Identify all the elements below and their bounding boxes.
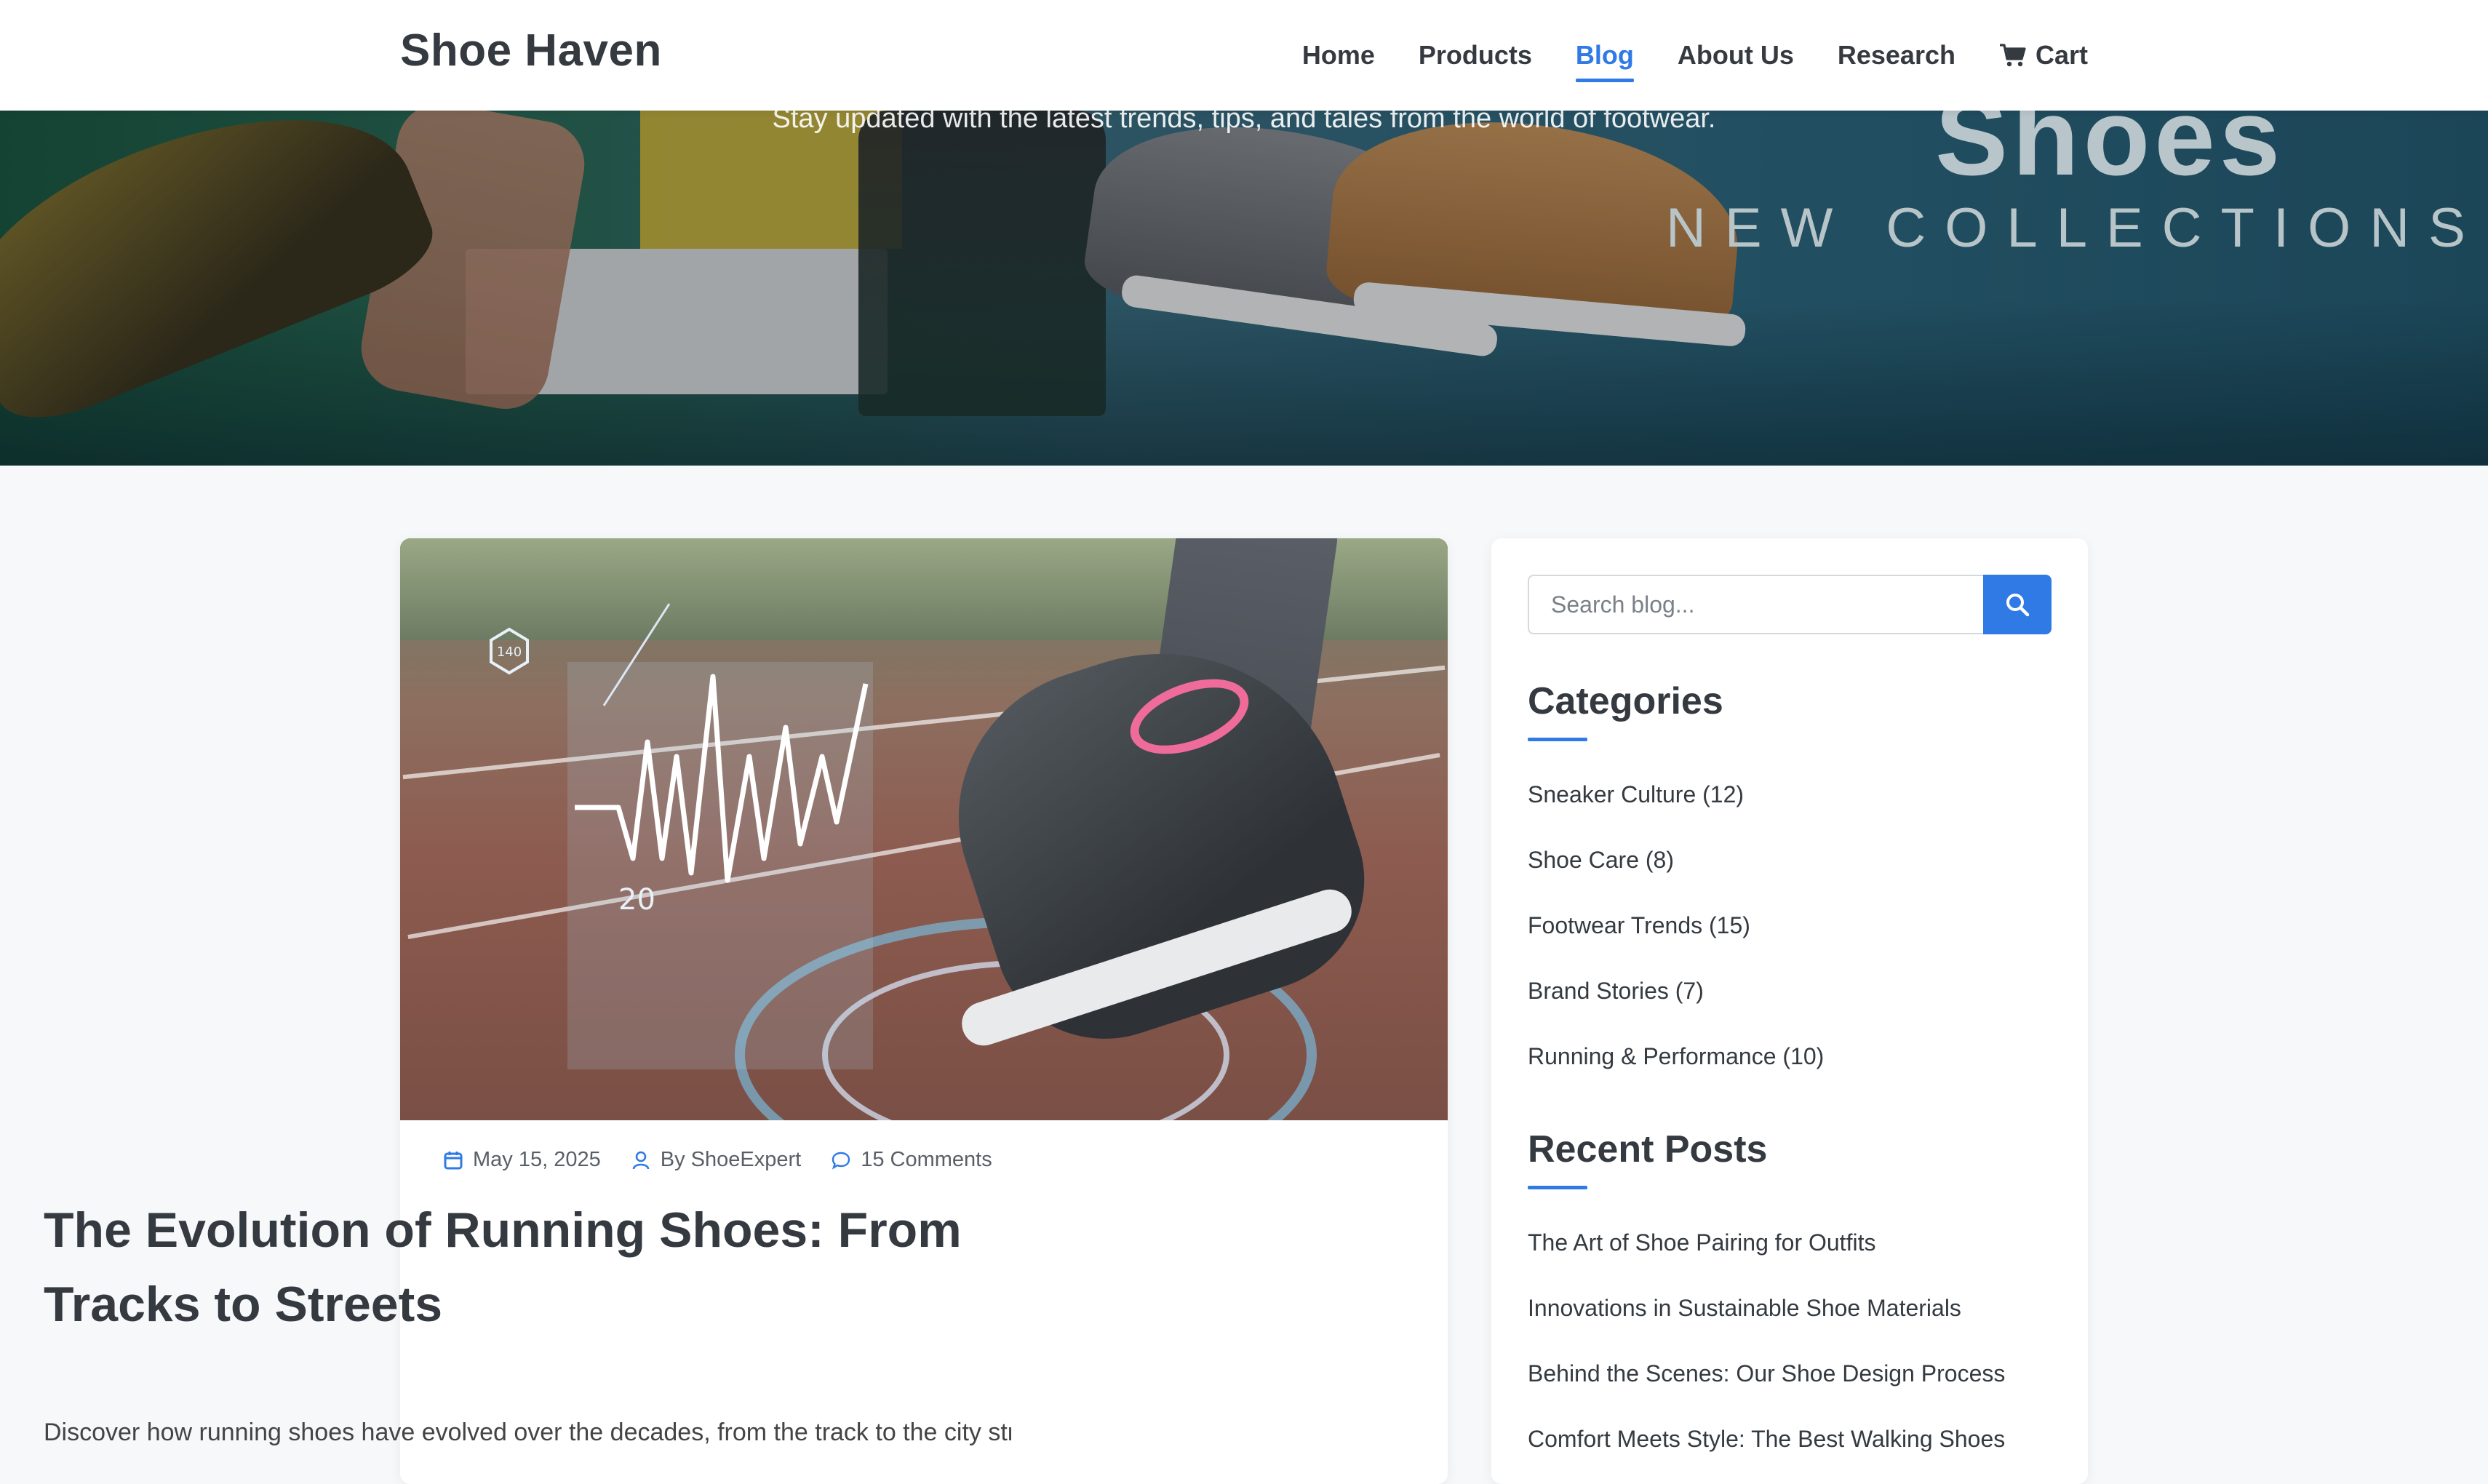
recent-post-item[interactable]: The Art of Shoe Pairing for Outfits xyxy=(1528,1210,2005,1275)
nav-research[interactable]: Research xyxy=(1838,36,1955,75)
search-icon xyxy=(2006,594,2030,617)
post-excerpt: Discover how running shoes have evolved … xyxy=(44,1419,1011,1446)
search-button[interactable] xyxy=(1983,575,2052,634)
post-comments-text: 15 Comments xyxy=(861,1148,992,1171)
post-date-text: May 15, 2025 xyxy=(473,1148,601,1171)
user-icon xyxy=(632,1151,650,1169)
recent-post-item[interactable]: Comfort Meets Style: The Best Walking Sh… xyxy=(1528,1406,2005,1472)
categories-title: Categories xyxy=(1528,680,1723,722)
categories-underline xyxy=(1528,738,1587,741)
hud-graphic: 140 20 xyxy=(490,603,873,1069)
nav-blog[interactable]: Blog xyxy=(1575,36,1634,82)
nav-about-us[interactable]: About Us xyxy=(1678,36,1794,75)
post-comments[interactable]: 15 Comments xyxy=(832,1148,992,1172)
post-author[interactable]: By ShoeExpert xyxy=(631,1148,801,1172)
calendar-icon xyxy=(444,1151,463,1169)
blog-sidebar: Categories Sneaker Culture (12) Shoe Car… xyxy=(1491,538,2088,1484)
cart-icon xyxy=(1999,44,2026,67)
recent-posts-underline xyxy=(1528,1186,1587,1189)
blog-search xyxy=(1528,575,2052,634)
nav-home[interactable]: Home xyxy=(1302,36,1375,75)
recent-posts-list: The Art of Shoe Pairing for Outfits Inno… xyxy=(1528,1210,2005,1472)
nav-products[interactable]: Products xyxy=(1419,36,1532,75)
hero-brand-sub: NEW COLLECTIONS xyxy=(1666,197,2484,259)
comment-icon xyxy=(832,1152,850,1170)
hero-subtitle: Stay updated with the latest trends, tip… xyxy=(772,111,1716,134)
hud-label-bottom: 20 xyxy=(618,883,655,917)
nav-cart[interactable]: Cart xyxy=(1999,36,2088,75)
hud-label-top: 140 xyxy=(497,645,522,660)
post-meta: May 15, 2025 By ShoeExpert 15 Comments xyxy=(444,1148,992,1172)
post-featured-image[interactable]: 140 20 xyxy=(400,538,1448,1120)
category-item[interactable]: Shoe Care (8) xyxy=(1528,827,1824,893)
category-item[interactable]: Sneaker Culture (12) xyxy=(1528,762,1824,827)
post-author-text: By ShoeExpert xyxy=(660,1148,802,1171)
category-item[interactable]: Brand Stories (7) xyxy=(1528,958,1824,1024)
category-list: Sneaker Culture (12) Shoe Care (8) Footw… xyxy=(1528,762,1824,1089)
featured-post-card: 140 20 May 15, 2025 By ShoeExpert 15 Com… xyxy=(400,538,1448,1484)
main-nav: Home Products Blog About Us Research Car… xyxy=(1302,0,2088,111)
category-item[interactable]: Running & Performance (10) xyxy=(1528,1024,1824,1089)
hero-banner: Shoes NEW COLLECTIONS Stay updated with … xyxy=(0,111,2488,466)
search-input[interactable] xyxy=(1528,575,1983,634)
post-date: May 15, 2025 xyxy=(444,1148,601,1172)
nav-cart-label: Cart xyxy=(2035,40,2088,70)
recent-posts-title: Recent Posts xyxy=(1528,1128,1768,1170)
site-logo[interactable]: Shoe Haven xyxy=(400,25,662,76)
post-title[interactable]: The Evolution of Running Shoes: From Tra… xyxy=(44,1193,1011,1341)
site-header: Shoe Haven Home Products Blog About Us R… xyxy=(0,0,2488,111)
recent-post-item[interactable]: Innovations in Sustainable Shoe Material… xyxy=(1528,1275,2005,1341)
category-item[interactable]: Footwear Trends (15) xyxy=(1528,893,1824,958)
recent-post-item[interactable]: Behind the Scenes: Our Shoe Design Proce… xyxy=(1528,1341,2005,1406)
